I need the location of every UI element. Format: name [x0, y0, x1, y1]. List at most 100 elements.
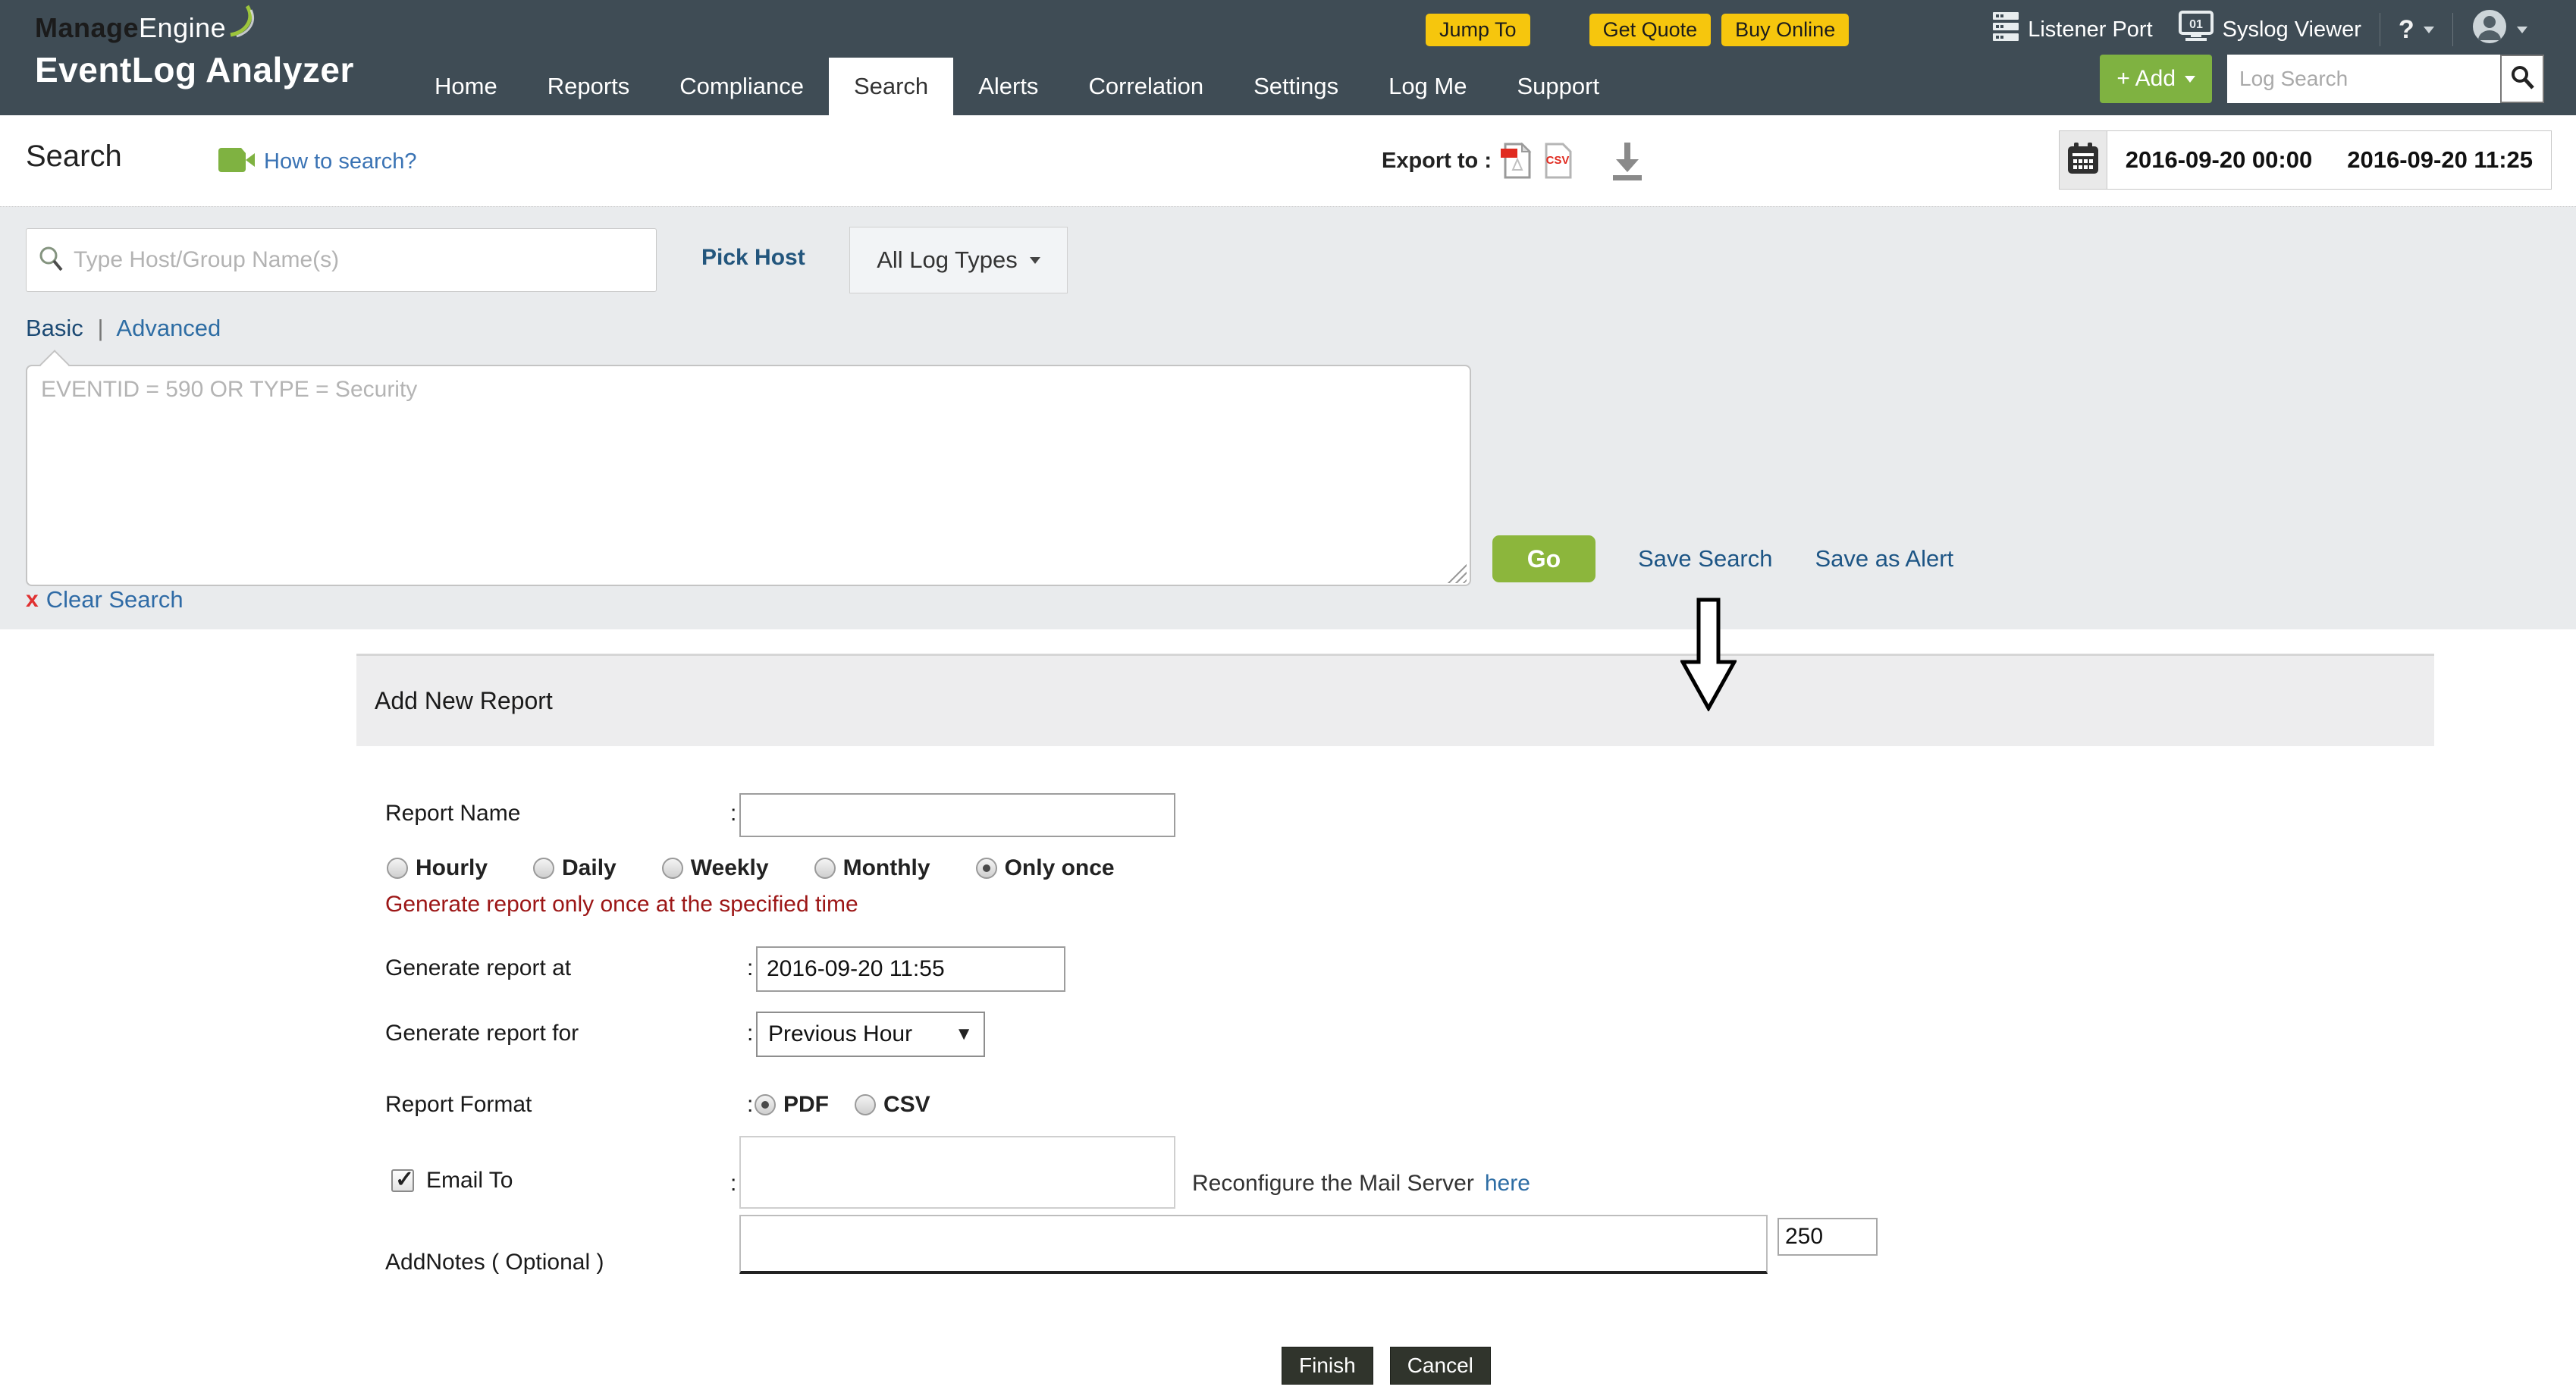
divider [2452, 13, 2453, 46]
brand-swoosh-icon [227, 3, 258, 45]
notes-char-counter[interactable] [1777, 1218, 1878, 1256]
format-option-csv[interactable]: CSV [855, 1092, 930, 1118]
export-pdf-icon[interactable] [1501, 143, 1533, 179]
nav-log-me[interactable]: Log Me [1363, 58, 1492, 115]
search-actions-row: Go Save Search Save as Alert [1492, 535, 1953, 583]
header-utility-bar: Jump To Get Quote Buy Online [1426, 6, 2527, 53]
email-to-input[interactable] [739, 1136, 1175, 1209]
schedule-note: Generate report only once at the specifi… [385, 892, 858, 918]
page-subheader: Search How to search? Export to : CS [0, 115, 2576, 206]
format-option-pdf[interactable]: PDF [755, 1092, 829, 1118]
log-search-input[interactable] [2227, 55, 2500, 103]
generate-at-input[interactable] [756, 946, 1065, 992]
export-label: Export to : [1382, 149, 1492, 174]
eventlog-analyzer-app: ManageEngine EventLog Analyzer Jump To G… [0, 0, 2576, 1396]
search-filter-area: Pick Host All Log Types Basic | Advanced… [0, 206, 2576, 629]
search-query-textarea[interactable] [26, 365, 1471, 586]
log-types-label: All Log Types [877, 246, 1018, 274]
radio-icon[interactable] [662, 858, 683, 879]
export-csv-icon[interactable]: CSV [1542, 143, 1574, 179]
download-icon[interactable] [1610, 141, 1645, 180]
colon: : [747, 955, 753, 981]
radio-icon[interactable] [814, 858, 836, 879]
calendar-button[interactable] [2060, 131, 2107, 189]
nav-reports[interactable]: Reports [522, 58, 655, 115]
pick-host-link[interactable]: Pick Host [701, 245, 805, 271]
finish-button[interactable]: Finish [1282, 1347, 1373, 1385]
save-search-link[interactable]: Save Search [1638, 545, 1773, 573]
search-icon [2509, 64, 2535, 94]
radio-label: Weekly [691, 855, 769, 881]
radio-label: Only once [1005, 855, 1115, 881]
buy-online-button[interactable]: Buy Online [1721, 14, 1849, 46]
schedule-option-only-once[interactable]: Only once [976, 855, 1115, 881]
colon: : [730, 1171, 736, 1197]
report-name-label: Report Name [385, 801, 520, 827]
mail-server-here-link[interactable]: here [1485, 1171, 1530, 1196]
brand-manage: Manage [35, 12, 139, 44]
svg-text:01: 01 [2189, 18, 2203, 31]
clear-search-row: x Clear Search [26, 586, 184, 613]
help-icon: ? [2399, 15, 2414, 45]
listener-port-button[interactable]: Listener Port [1993, 11, 2152, 49]
save-as-alert-link[interactable]: Save as Alert [1815, 545, 1954, 573]
export-group: Export to : CSV [1382, 141, 1645, 180]
date-start[interactable]: 2016-09-20 00:00 [2126, 146, 2312, 174]
header-actions: + Add [2100, 55, 2544, 103]
nav-support[interactable]: Support [1492, 58, 1624, 115]
nav-compliance[interactable]: Compliance [654, 58, 829, 115]
brand-product: EventLog Analyzer [35, 49, 354, 90]
nav-home[interactable]: Home [409, 58, 522, 115]
date-end[interactable]: 2016-09-20 11:25 [2347, 146, 2533, 174]
mail-note-text: Reconfigure the Mail Server [1192, 1171, 1474, 1196]
radio-label: CSV [883, 1092, 930, 1118]
add-button[interactable]: + Add [2100, 55, 2212, 103]
jump-to-button[interactable]: Jump To [1426, 14, 1530, 46]
add-notes-textarea[interactable] [739, 1215, 1768, 1274]
get-quote-button[interactable]: Get Quote [1589, 14, 1712, 46]
search-icon [37, 245, 64, 276]
advanced-mode-link[interactable]: Advanced [116, 315, 221, 341]
schedule-option-monthly[interactable]: Monthly [814, 855, 930, 881]
nav-settings[interactable]: Settings [1228, 58, 1363, 115]
panel-title: Add New Report [375, 687, 553, 715]
clear-search-link[interactable]: Clear Search [46, 586, 184, 613]
mail-server-note: Reconfigure the Mail Server here [1192, 1171, 1530, 1197]
help-menu-button[interactable]: ? [2399, 15, 2434, 45]
schedule-option-hourly[interactable]: Hourly [387, 855, 488, 881]
radio-icon[interactable] [855, 1094, 876, 1115]
nav-correlation[interactable]: Correlation [1063, 58, 1228, 115]
syslog-viewer-icon: 01 [2179, 11, 2214, 49]
schedule-option-weekly[interactable]: Weekly [662, 855, 769, 881]
log-types-dropdown[interactable]: All Log Types [849, 227, 1068, 293]
page-title: Search [26, 140, 122, 174]
colon: : [747, 1092, 753, 1118]
svg-text:CSV: CSV [1546, 154, 1570, 167]
form-actions: Finish Cancel [1282, 1347, 1491, 1385]
host-search-field [26, 228, 657, 292]
nav-alerts[interactable]: Alerts [953, 58, 1063, 115]
host-group-input[interactable] [74, 247, 645, 273]
radio-icon[interactable] [976, 858, 997, 879]
radio-icon[interactable] [755, 1094, 776, 1115]
log-search-button[interactable] [2500, 55, 2544, 103]
radio-icon[interactable] [387, 858, 408, 879]
date-range-values: 2016-09-20 00:00 2016-09-20 11:25 [2107, 131, 2551, 189]
clear-x-icon[interactable]: x [26, 587, 39, 613]
syslog-viewer-button[interactable]: 01 Syslog Viewer [2179, 11, 2361, 49]
go-button[interactable]: Go [1492, 535, 1595, 582]
email-to-checkbox[interactable] [391, 1169, 414, 1192]
user-menu-button[interactable] [2471, 8, 2527, 51]
report-name-input[interactable] [739, 793, 1175, 837]
down-arrow-icon [1680, 598, 1737, 715]
schedule-option-daily[interactable]: Daily [533, 855, 617, 881]
user-avatar-icon [2471, 8, 2508, 51]
add-button-label: + Add [2116, 66, 2176, 92]
generate-for-value: Previous Hour [768, 1021, 912, 1047]
how-to-search-link[interactable]: How to search? [218, 147, 417, 177]
nav-search[interactable]: Search [829, 58, 953, 115]
generate-for-select[interactable]: Previous Hour ▼ [756, 1012, 985, 1057]
basic-mode-link[interactable]: Basic [26, 315, 83, 341]
cancel-button[interactable]: Cancel [1390, 1347, 1491, 1385]
radio-icon[interactable] [533, 858, 554, 879]
